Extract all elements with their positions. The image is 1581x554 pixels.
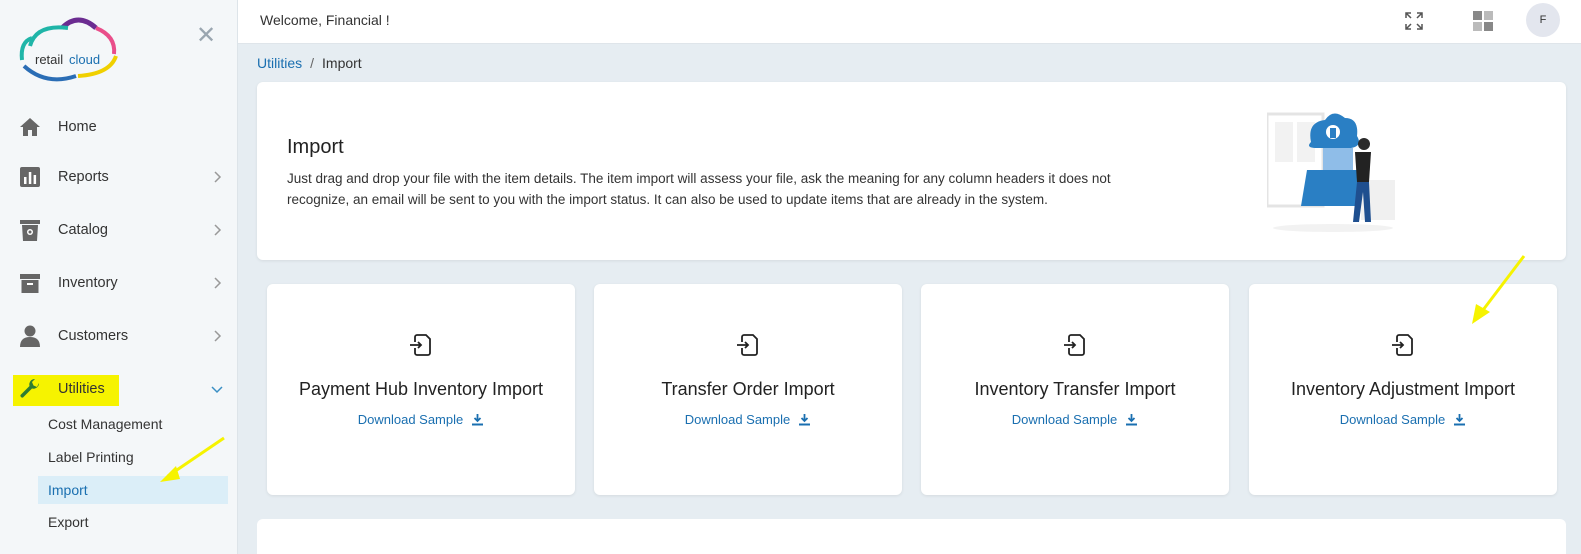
download-sample-link[interactable]: Download Sample: [921, 412, 1229, 427]
sidebar-item-customers[interactable]: Customers: [0, 316, 238, 356]
download-icon: [1454, 414, 1466, 426]
reports-icon: [18, 165, 42, 189]
sidebar-item-utilities[interactable]: Utilities: [0, 369, 238, 409]
sidebar-item-label: Reports: [58, 169, 109, 185]
download-sample-link[interactable]: Download Sample: [594, 412, 902, 427]
download-icon: [1126, 414, 1138, 426]
welcome-message: Welcome, Financial !: [260, 12, 390, 28]
cloud-upload-illustration: [1267, 112, 1395, 232]
catalog-icon: [18, 218, 42, 242]
card-title: Transfer Order Import: [661, 379, 835, 399]
breadcrumb: Utilities / Import: [257, 55, 362, 71]
sidebar-item-label: Inventory: [58, 275, 118, 291]
sidebar-subitem-export[interactable]: Export: [48, 514, 88, 530]
page-title: Import: [287, 136, 344, 158]
breadcrumb-utilities-link[interactable]: Utilities: [257, 55, 302, 71]
user-avatar[interactable]: F: [1526, 3, 1560, 37]
breadcrumb-current: Import: [322, 55, 362, 71]
download-sample-label: Download Sample: [357, 412, 464, 427]
card-transfer-order-import[interactable]: Transfer Order Import Download Sample: [594, 284, 902, 495]
sidebar-item-label: Home: [58, 119, 97, 135]
sidebar-subitem-cost-management[interactable]: Cost Management: [48, 416, 162, 432]
sidebar-item-inventory[interactable]: Inventory: [0, 263, 238, 303]
import-intro-card: Import Just drag and drop your file with…: [257, 82, 1566, 260]
sidebar-item-catalog[interactable]: Catalog: [0, 210, 238, 250]
import-description: Just drag and drop your file with the it…: [287, 171, 1111, 207]
inventory-box-icon: [18, 271, 42, 295]
logo-text-cloud: cloud: [69, 52, 100, 67]
chevron-right-icon: [214, 330, 222, 342]
download-sample-link[interactable]: Download Sample: [267, 412, 575, 427]
wrench-icon: [18, 377, 42, 401]
sidebar-item-reports[interactable]: Reports: [0, 157, 238, 197]
file-import-icon: [1064, 334, 1085, 356]
download-sample-label: Download Sample: [1011, 412, 1118, 427]
apps-grid-icon[interactable]: [1472, 10, 1494, 32]
card-title: Inventory Adjustment Import: [1290, 379, 1516, 399]
chevron-right-icon: [214, 277, 222, 289]
annotation-arrow-import: [160, 436, 225, 482]
download-sample-label: Download Sample: [684, 412, 791, 427]
download-icon: [472, 414, 484, 426]
card-title: Payment Hub Inventory Import: [298, 379, 544, 399]
file-import-icon: [737, 334, 758, 356]
sidebar-item-label: Utilities: [58, 381, 105, 397]
card-payment-hub-inventory-import[interactable]: Payment Hub Inventory Import Download Sa…: [267, 284, 575, 495]
logo-text-retail: retail: [35, 52, 63, 67]
file-import-icon: [410, 334, 431, 356]
card-inventory-transfer-import[interactable]: Inventory Transfer Import Download Sampl…: [921, 284, 1229, 495]
sidebar-subitem-import[interactable]: Import: [48, 482, 88, 498]
sidebar-item-home[interactable]: Home: [0, 107, 238, 147]
top-bar: Welcome, Financial ! F: [238, 0, 1581, 44]
sidebar-subitem-label-printing[interactable]: Label Printing: [48, 449, 134, 465]
sidebar-item-label: Customers: [58, 328, 129, 344]
fullscreen-icon[interactable]: [1404, 11, 1424, 31]
download-icon: [799, 414, 811, 426]
home-icon: [18, 115, 42, 139]
download-sample-link[interactable]: Download Sample: [1249, 412, 1557, 427]
download-sample-label: Download Sample: [1339, 412, 1446, 427]
breadcrumb-separator: /: [310, 55, 315, 71]
lower-card: [257, 519, 1566, 554]
file-import-icon: [1392, 334, 1413, 356]
chevron-right-icon: [214, 171, 222, 183]
annotation-arrow-adjustment: [1472, 255, 1526, 324]
retailcloud-logo[interactable]: retail cloud: [16, 14, 120, 82]
sidebar-item-label: Catalog: [58, 222, 108, 238]
chevron-right-icon: [214, 224, 222, 236]
close-sidebar-icon[interactable]: ✕: [196, 24, 216, 48]
card-title: Inventory Transfer Import: [974, 379, 1176, 399]
user-icon: [18, 324, 42, 348]
chevron-down-icon: [211, 386, 223, 394]
